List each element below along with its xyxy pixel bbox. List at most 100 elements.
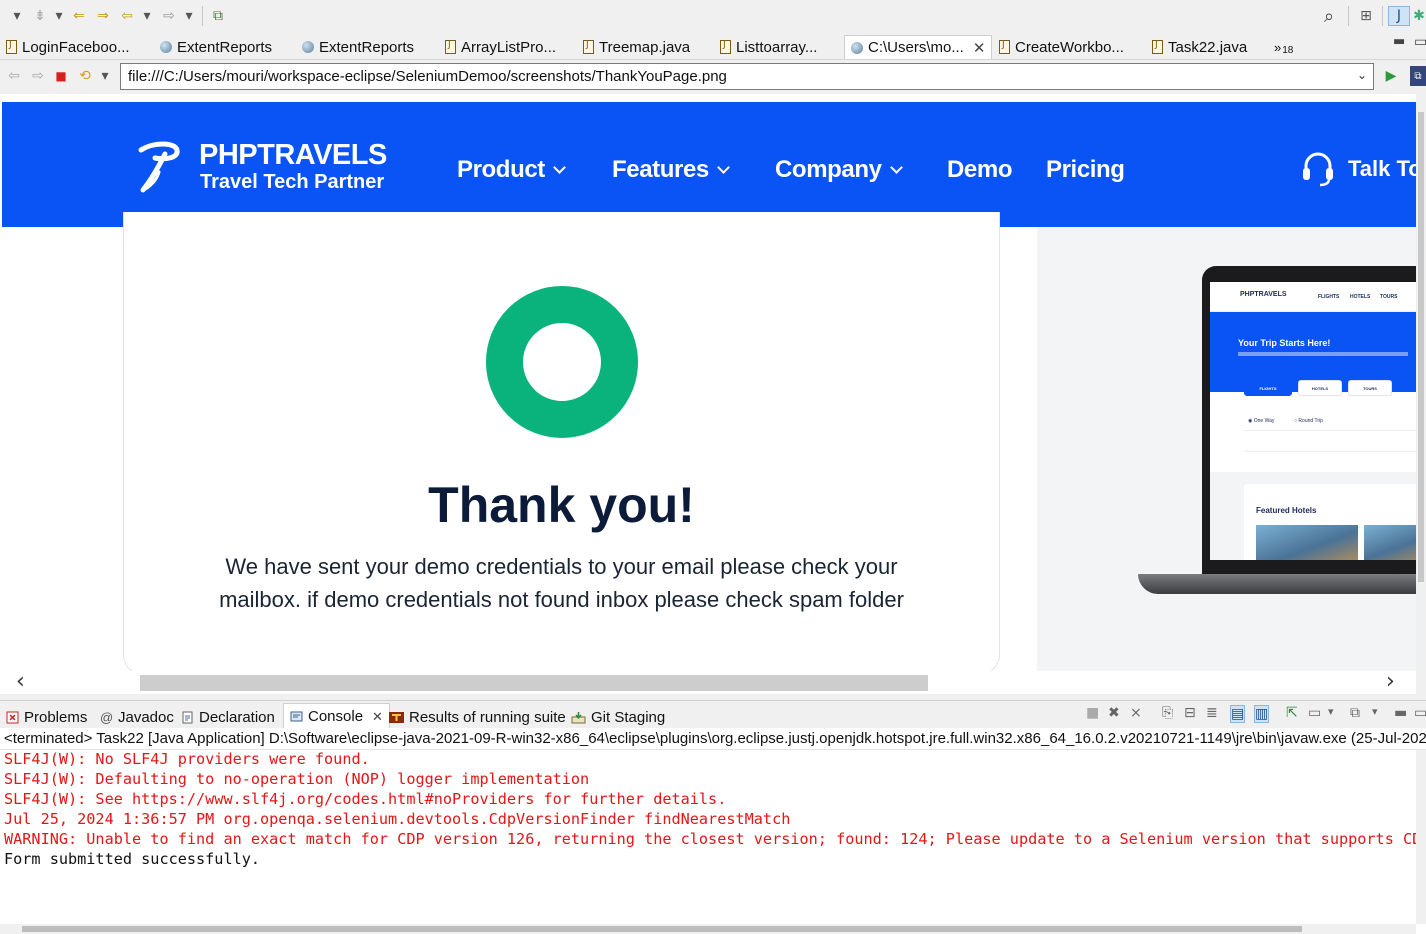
tab-problems[interactable]: Problems — [6, 706, 87, 728]
search-icon[interactable]: ⌕ — [1318, 6, 1340, 27]
pin-console-icon[interactable]: ⇱ — [1286, 705, 1298, 721]
remove-all-launches-icon[interactable]: ⨯ — [1130, 705, 1142, 721]
nav-pricing[interactable]: Pricing — [1046, 156, 1125, 184]
chevron-down-icon[interactable]: ⌄ — [1357, 68, 1367, 82]
editor-tab-loginfacebook[interactable]: LoginFaceboo... — [6, 35, 130, 59]
nav-product[interactable]: Product — [457, 156, 566, 184]
console-line: Form submitted successfully. — [4, 850, 261, 868]
console-output[interactable]: SLF4J(W): No SLF4J providers were found.… — [0, 750, 1426, 934]
scroll-lock-icon[interactable]: ⊟ — [1184, 705, 1196, 721]
show-console-on-stderr-icon[interactable]: ▥ — [1254, 705, 1270, 723]
logo-title[interactable]: PHPTRAVELS — [199, 139, 387, 172]
maximize-icon[interactable]: ▭ — [1414, 34, 1426, 50]
editor-tab-overflow-count: 18 — [1282, 44, 1294, 56]
browser-horizontal-scrollbar[interactable]: ‹ › — [0, 671, 1416, 694]
next-annotation-dropdown-icon[interactable]: ▾ — [52, 6, 66, 26]
nav-features[interactable]: Features — [612, 156, 730, 184]
nav-company[interactable]: Company — [775, 156, 903, 184]
clear-console-icon[interactable]: ⎘ — [1162, 705, 1173, 721]
scrollbar-thumb[interactable] — [1418, 112, 1424, 582]
editor-tab-label: Treemap.java — [599, 38, 691, 56]
back-icon[interactable]: ⇦ — [6, 66, 22, 86]
nav-label: Product — [457, 156, 545, 183]
chevron-right-icon[interactable]: › — [1386, 671, 1395, 693]
chevron-down-icon — [553, 160, 566, 174]
console-icon — [290, 711, 303, 722]
tab-label: Console — [308, 708, 364, 725]
talk-to-sales-link[interactable]: Talk To — [1302, 150, 1422, 188]
testng-icon — [389, 711, 404, 723]
editor-tab-label: Task22.java — [1168, 38, 1248, 56]
terminate-icon[interactable]: ■ — [1086, 705, 1099, 721]
next-annotation-icon[interactable]: ⇟ — [30, 6, 50, 26]
editor-tab-listtoarray[interactable]: Listtoarray... — [720, 35, 817, 59]
stop-icon[interactable]: ■ — [54, 66, 68, 86]
refresh-icon[interactable]: ⟲ — [76, 66, 94, 86]
editor-tab-label: CreateWorkbo... — [1015, 38, 1124, 56]
nav-label: Pricing — [1046, 156, 1125, 183]
editor-tab-label: ExtentReports — [319, 38, 415, 56]
chevron-left-icon[interactable]: ‹ — [16, 671, 25, 693]
editor-tab-treemap[interactable]: Treemap.java — [583, 35, 690, 59]
tab-javadoc[interactable]: @ Javadoc — [100, 706, 174, 728]
success-check-icon — [486, 286, 638, 438]
editor-tab-overflow[interactable]: » 18 — [1274, 35, 1293, 59]
open-console-icon[interactable]: ⧉ — [1350, 705, 1360, 721]
mini-nav-item: TOURS — [1380, 294, 1398, 300]
site-header: PHPTRAVELS Travel Tech Partner Product F… — [2, 102, 1422, 227]
browser-vertical-scrollbar[interactable] — [1416, 94, 1426, 694]
url-history-dropdown-icon[interactable]: ▾ — [98, 66, 112, 86]
console-vertical-scrollbar[interactable] — [1416, 750, 1426, 924]
editor-tab-createworkbook[interactable]: CreateWorkbo... — [999, 35, 1124, 59]
go-icon[interactable]: ▶ — [1383, 66, 1399, 86]
minimize-icon[interactable]: ▬ — [1393, 34, 1405, 49]
forward-icon[interactable]: ⇨ — [30, 66, 46, 86]
next-edit-icon[interactable]: ⇒ — [94, 6, 112, 26]
show-console-on-stdout-icon[interactable]: ▤ — [1230, 705, 1246, 723]
maximize-icon[interactable]: ▭ — [1414, 705, 1426, 721]
java-perspective-icon[interactable]: J — [1388, 6, 1410, 26]
globe-icon — [160, 41, 172, 53]
tab-declaration[interactable]: Declaration — [181, 706, 275, 728]
word-wrap-icon[interactable]: ≣ — [1206, 705, 1218, 721]
minimize-icon[interactable]: ▬ — [1394, 705, 1407, 721]
editor-tab-extentreports-2[interactable]: ExtentReports — [302, 35, 414, 59]
toolbar-separator — [1348, 6, 1349, 26]
forward-icon[interactable]: ⇨ — [160, 6, 178, 26]
back-icon[interactable]: ⇦ — [118, 6, 136, 26]
java-file-icon — [6, 40, 17, 54]
display-console-dropdown-icon[interactable]: ▾ — [1328, 705, 1334, 718]
scrollbar-thumb[interactable] — [140, 675, 928, 691]
nav-demo[interactable]: Demo — [947, 156, 1012, 184]
forward-dropdown-icon[interactable]: ▾ — [182, 6, 196, 26]
mini-hero-title: Your Trip Starts Here! — [1238, 338, 1331, 348]
console-line: Jul 25, 2024 1:36:57 PM org.openqa.selen… — [4, 810, 791, 828]
editor-tab-arraylistpro[interactable]: ArrayListPro... — [445, 35, 556, 59]
close-icon[interactable]: ✕ — [372, 709, 383, 725]
console-horizontal-scrollbar[interactable] — [0, 924, 1416, 934]
close-icon[interactable]: ✕ — [973, 39, 986, 57]
open-perspective-icon[interactable]: ⊞ — [1356, 6, 1376, 26]
tab-results-of-running-suite[interactable]: Results of running suite — [389, 706, 566, 728]
mini-tab: TOURS — [1348, 380, 1392, 396]
editor-tab-thankyoupage[interactable]: C:\Users\mo... ✕ — [844, 35, 993, 59]
editor-tab-task22[interactable]: Task22.java — [1152, 35, 1247, 59]
editor-tab-extentreports-1[interactable]: ExtentReports — [160, 35, 272, 59]
java-file-icon — [999, 40, 1010, 54]
tab-console[interactable]: Console ✕ — [283, 703, 390, 729]
toolbar-dropdown-icon[interactable]: ▾ — [10, 6, 24, 26]
debug-perspective-icon[interactable]: ✱ — [1412, 6, 1426, 26]
tab-git-staging[interactable]: Git Staging — [571, 706, 665, 728]
open-console-dropdown-icon[interactable]: ▾ — [1372, 705, 1378, 718]
declaration-icon — [182, 711, 193, 723]
external-browser-icon[interactable]: ⧉ — [1410, 66, 1426, 86]
back-dropdown-icon[interactable]: ▾ — [140, 6, 154, 26]
display-console-icon[interactable]: ▭ — [1308, 705, 1321, 721]
remove-launch-icon[interactable]: ✖ — [1108, 705, 1120, 721]
tab-label: Results of running suite — [409, 708, 566, 726]
previous-edit-icon[interactable]: ⇐ — [70, 6, 88, 26]
url-input[interactable]: file:///C:/Users/mouri/workspace-eclipse… — [120, 63, 1374, 90]
java-file-icon — [720, 40, 731, 54]
scrollbar-thumb[interactable] — [22, 926, 1302, 932]
pin-editor-icon[interactable]: ⧉ — [208, 6, 228, 26]
